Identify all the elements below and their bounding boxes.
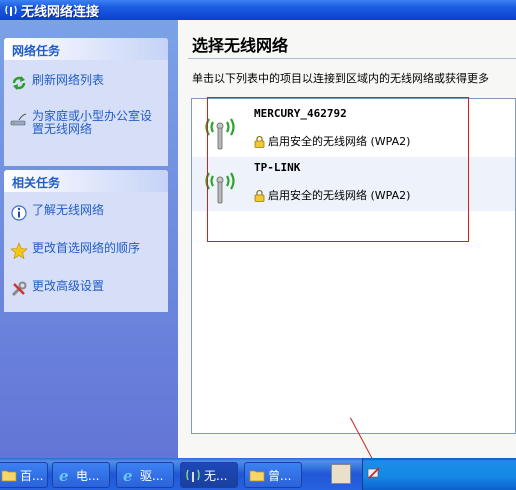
taskbar-item-4[interactable]: 曾...: [244, 462, 302, 488]
taskbar-item-3[interactable]: 无...: [180, 462, 238, 488]
folder-icon: [249, 467, 265, 483]
network-security: 启用安全的无线网络 (WPA2): [254, 187, 410, 203]
window-title: 无线网络连接: [21, 4, 100, 20]
related-tasks-title: 相关任务: [4, 170, 168, 192]
setup-wireless-network-link[interactable]: 为家庭或小型办公室设置无线网络: [10, 110, 164, 136]
network-security: 启用安全的无线网络 (WPA2): [254, 133, 410, 149]
learn-wireless-link[interactable]: 了解无线网络: [10, 204, 164, 222]
refresh-network-list-link[interactable]: 刷新网络列表: [10, 74, 164, 92]
network-ssid: TP-LINK: [254, 161, 301, 174]
wireless-icon: [4, 3, 18, 17]
taskbar-item-1[interactable]: e 电...: [52, 462, 110, 488]
wireless-icon: [185, 467, 201, 483]
network-ssid: MERCURY_462792: [254, 107, 347, 120]
svg-text:e: e: [123, 467, 133, 483]
star-icon: [10, 242, 28, 260]
network-tasks-title: 网络任务: [4, 38, 168, 60]
antenna-icon: [202, 113, 238, 153]
change-advanced-settings-link[interactable]: 更改高级设置: [10, 280, 164, 298]
ie-icon: e: [121, 467, 137, 485]
system-tray: [331, 458, 516, 490]
taskbar: 百... e 电... e 驱... 无... 曾...: [0, 458, 516, 490]
info-icon: [10, 204, 28, 222]
refresh-icon: [10, 74, 28, 92]
window-title-bar[interactable]: 无线网络连接: [0, 0, 516, 20]
ie-icon: e: [57, 467, 73, 485]
taskbar-item-0[interactable]: 百...: [0, 462, 48, 488]
network-tasks-panel: 网络任务 刷新网络列表 为家庭或小型办公室设置无线网络: [4, 38, 168, 166]
folder-icon: [1, 467, 17, 483]
antenna-icon: [202, 167, 238, 207]
page-description: 单击以下列表中的项目以连接到区域内的无线网络或获得更多: [192, 72, 489, 85]
app-icon[interactable]: [331, 464, 351, 484]
taskbar-item-2[interactable]: e 驱...: [116, 462, 174, 488]
tools-icon: [10, 280, 28, 298]
network-item-mercury[interactable]: MERCURY_462792 启用安全的无线网络 (WPA2): [192, 103, 515, 157]
wireless-setup-icon: [10, 110, 28, 128]
svg-text:e: e: [59, 467, 69, 483]
lock-icon: [254, 135, 265, 148]
page-title: 选择无线网络: [192, 36, 289, 55]
lock-icon: [254, 189, 265, 202]
network-list[interactable]: MERCURY_462792 启用安全的无线网络 (WPA2) TP-LINK …: [191, 98, 516, 434]
related-tasks-panel: 相关任务 了解无线网络 更改首选网络的顺序 更改高级设置: [4, 170, 168, 312]
change-network-order-link[interactable]: 更改首选网络的顺序: [10, 242, 164, 260]
title-divider: [188, 58, 516, 59]
network-tray-icon[interactable]: [367, 466, 381, 480]
main-content: 选择无线网络 单击以下列表中的项目以连接到区域内的无线网络或获得更多 MERCU…: [178, 20, 516, 458]
network-item-tp-link[interactable]: TP-LINK 启用安全的无线网络 (WPA2): [192, 157, 515, 211]
task-pane: 网络任务 刷新网络列表 为家庭或小型办公室设置无线网络 相关任务 了解无线网络 …: [0, 20, 178, 458]
